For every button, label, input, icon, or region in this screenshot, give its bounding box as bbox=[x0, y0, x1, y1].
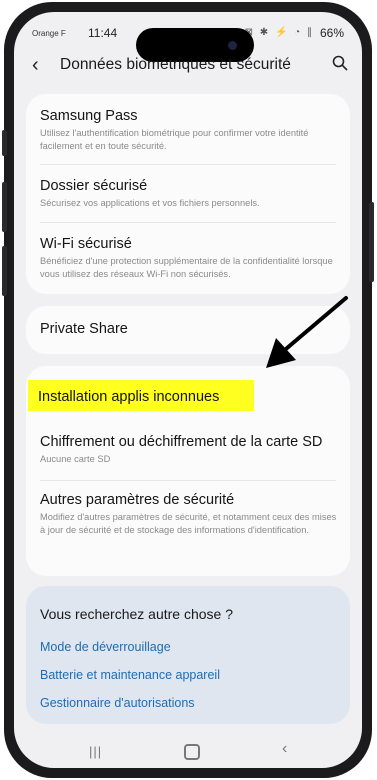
power-button bbox=[369, 202, 374, 282]
phone-frame: Orange F 11:44 ⊠ ✱ ⚡ ◔ ∥ 66% ‹ Données b… bbox=[2, 2, 374, 778]
volume-up-button bbox=[2, 182, 7, 232]
volume-down-button bbox=[2, 246, 7, 296]
action-button bbox=[2, 130, 7, 156]
annotation-arrow-icon bbox=[266, 296, 348, 368]
screen: Orange F 11:44 ⊠ ✱ ⚡ ◔ ∥ 66% ‹ Données b… bbox=[14, 12, 362, 768]
